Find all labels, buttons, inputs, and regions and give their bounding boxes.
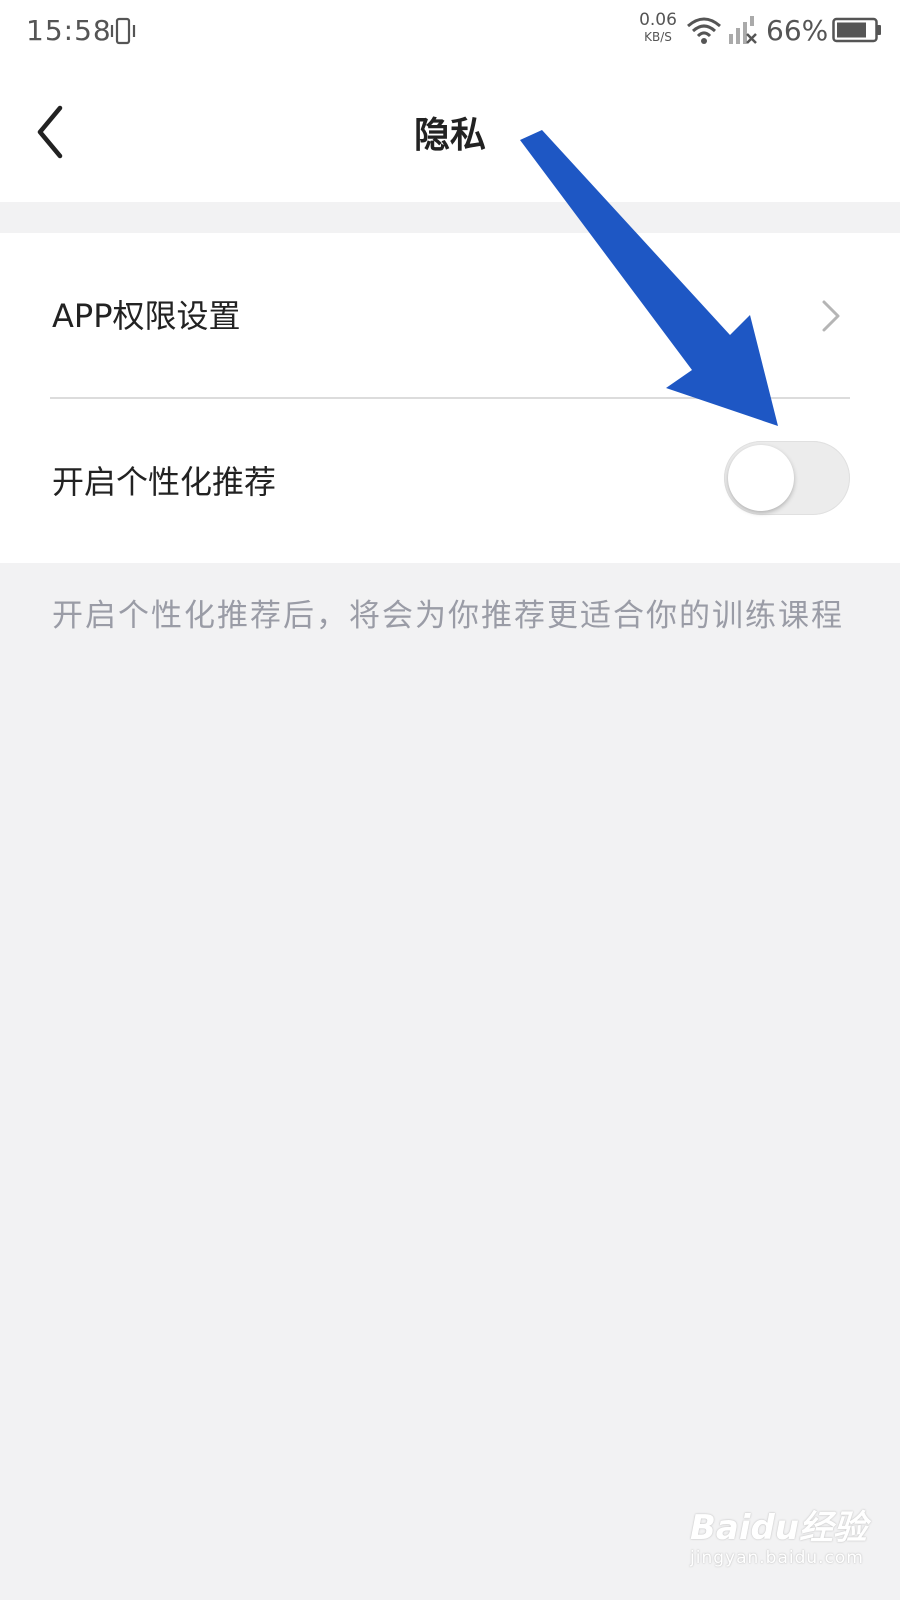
watermark-url: jingyan.baidu.com (690, 1548, 864, 1568)
personalized-recommendation-toggle[interactable] (724, 441, 850, 515)
watermark-brand: Baidu经验 (690, 1508, 868, 1548)
baidu-jingyan-watermark: Baidu经验 jingyan.baidu.com (690, 1500, 870, 1580)
net-speed-value: 0.06 (639, 10, 677, 30)
annotation-arrow-icon (520, 130, 778, 426)
signal-icon (729, 16, 757, 44)
battery-percent: 66% (766, 14, 829, 47)
status-bar: 15:58 0.06 KB/S 66% (0, 0, 900, 64)
net-speed-unit: KB/S (644, 30, 672, 44)
toggle-knob (728, 445, 794, 511)
app-permission-label: APP权限设置 (52, 297, 241, 335)
vibrate-icon (110, 17, 136, 45)
personalized-recommendation-label: 开启个性化推荐 (52, 463, 277, 501)
chevron-right-icon (822, 300, 840, 332)
wifi-icon (687, 17, 721, 44)
battery-icon (832, 17, 881, 43)
net-speed: 0.06 KB/S (636, 10, 680, 44)
recommendation-description: 开启个性化推荐后，将会为你推荐更适合你的训练课程 (52, 598, 844, 634)
status-time: 15:58 (26, 14, 112, 47)
